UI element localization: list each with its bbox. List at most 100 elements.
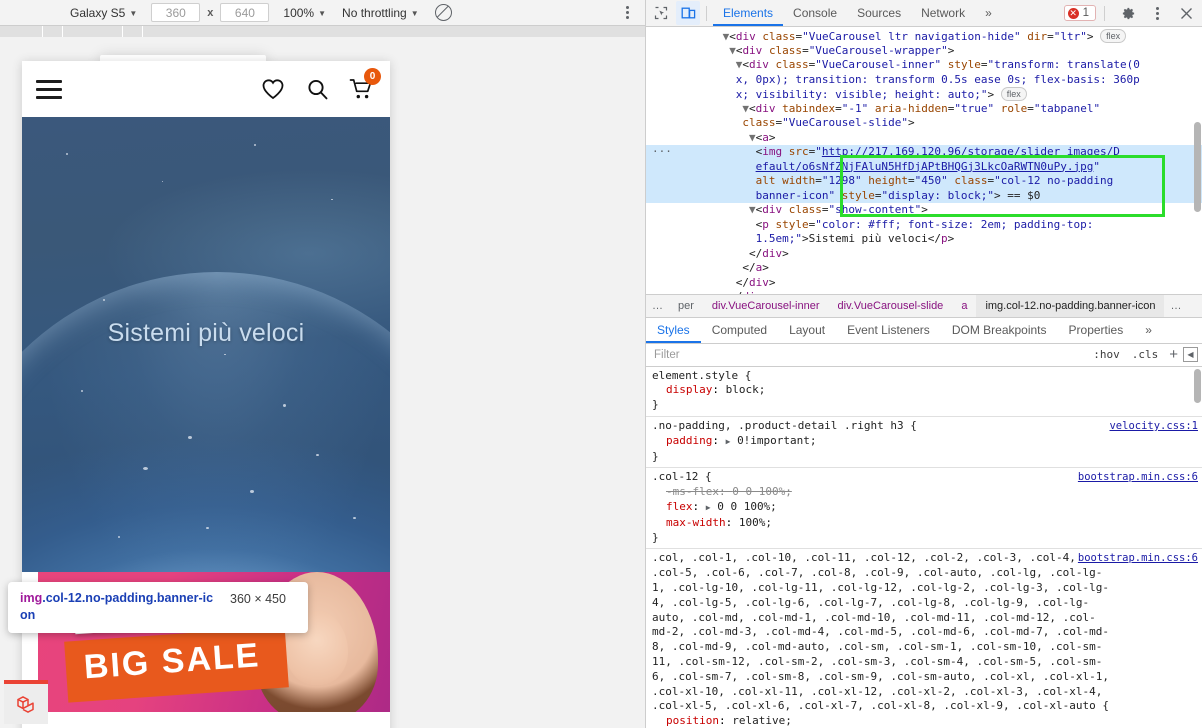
dom-node-line[interactable]: 1.5em;">Sistemi più veloci</p> xyxy=(646,232,1202,247)
declaration-property[interactable]: -ms-flex xyxy=(652,485,719,500)
viewport-height-input[interactable]: 640 xyxy=(220,3,270,22)
dom-node-line[interactable]: banner-icon" style="display: block;"> ==… xyxy=(646,188,1202,203)
dom-node-line[interactable]: ▼<div class="show-content"> xyxy=(646,203,1202,218)
declaration-value[interactable]: 0!important; xyxy=(737,434,816,447)
declaration-property[interactable]: padding xyxy=(652,434,712,449)
style-declaration[interactable]: display: block; xyxy=(652,383,1202,398)
declaration-property[interactable]: display xyxy=(652,383,712,398)
dom-node-line[interactable]: ··· <img src="http://217.169.120.96/stora… xyxy=(646,145,1202,160)
tab-dom-breakpoints[interactable]: DOM Breakpoints xyxy=(941,318,1058,343)
expand-arrow-icon[interactable]: ▶ xyxy=(726,437,731,446)
inspect-element-icon[interactable] xyxy=(649,1,673,25)
dom-node-line[interactable]: </div> xyxy=(646,276,1202,291)
device-selector[interactable]: Galaxy S5 ▼ xyxy=(62,0,145,25)
dom-node-line[interactable]: ▼<div class="VueCarousel ltr navigation-… xyxy=(646,29,1202,44)
hero-banner-image[interactable]: Sistemi più veloci xyxy=(22,117,390,572)
heart-icon[interactable] xyxy=(260,76,286,102)
style-rule-source[interactable]: bootstrap.min.css:6 xyxy=(1078,551,1198,566)
tabs-overflow-button[interactable]: » xyxy=(975,0,1002,26)
styles-pane-scrollbar[interactable] xyxy=(1194,368,1201,403)
declaration-property[interactable]: max-width xyxy=(652,516,726,531)
declaration-value[interactable]: 0 0 100%; xyxy=(717,500,777,513)
error-count: 1 xyxy=(1082,7,1089,19)
tab-styles[interactable]: Styles xyxy=(646,318,701,343)
hamburger-menu-icon[interactable] xyxy=(36,79,62,99)
dom-tree-scrollbar[interactable] xyxy=(1194,122,1201,212)
tab-properties[interactable]: Properties xyxy=(1058,318,1135,343)
zoom-selector[interactable]: 100% ▼ xyxy=(275,0,334,25)
tab-console[interactable]: Console xyxy=(783,0,847,26)
media-query-toggle[interactable] xyxy=(427,0,460,25)
declaration-value[interactable]: 100%; xyxy=(739,516,772,529)
declaration-property[interactable]: position xyxy=(652,714,719,728)
tab-elements[interactable]: Elements xyxy=(713,0,783,26)
dom-node-line[interactable]: alt width="1298" height="450" class="col… xyxy=(646,174,1202,189)
dom-node-line[interactable]: ▼<div class="VueCarousel-inner" style="t… xyxy=(646,58,1202,73)
more-options-icon[interactable] xyxy=(1145,1,1169,25)
style-rule-source[interactable]: bootstrap.min.css:6 xyxy=(1078,470,1198,485)
more-options-icon xyxy=(625,6,629,9)
filter-input[interactable]: Filter xyxy=(646,349,1087,361)
breadcrumb-item-3[interactable]: a xyxy=(952,295,976,317)
style-rule[interactable]: velocity.css:1 .no-padding, .product-deta… xyxy=(646,417,1202,469)
tab-computed[interactable]: Computed xyxy=(701,318,778,343)
class-editor-button[interactable]: .cls xyxy=(1126,348,1165,361)
styles-rules-pane[interactable]: element.style {display: block;} velocity.… xyxy=(646,366,1202,728)
tab-sources[interactable]: Sources xyxy=(847,0,911,26)
dom-node-line[interactable]: x; visibility: visible; height: auto;"> … xyxy=(646,87,1202,102)
expand-arrow-icon[interactable]: ▶ xyxy=(706,503,711,512)
style-declaration[interactable]: flex: ▶ 0 0 100%; xyxy=(652,500,1202,516)
device-toolbar-icon[interactable] xyxy=(676,1,700,25)
style-rule-selector[interactable]: .col, .col-1, .col-10, .col-11, .col-12,… xyxy=(652,551,1202,714)
shopping-cart-icon[interactable]: 0 xyxy=(348,68,381,102)
tab-layout[interactable]: Layout xyxy=(778,318,836,343)
dom-node-line[interactable]: ▼<a> xyxy=(646,131,1202,146)
close-icon[interactable] xyxy=(1174,1,1198,25)
dom-node-line[interactable]: </a> xyxy=(646,261,1202,276)
dom-node-line[interactable]: ▼<div tabindex="-1" aria-hidden="true" r… xyxy=(646,102,1202,117)
style-declaration[interactable]: position: relative; xyxy=(652,714,1202,728)
breadcrumb-item-4[interactable]: img.col-12.no-padding.banner-icon xyxy=(976,294,1165,317)
new-style-rule-button[interactable]: + xyxy=(1164,346,1183,363)
declaration-property[interactable]: flex xyxy=(652,500,693,515)
hover-state-button[interactable]: :hov xyxy=(1087,348,1126,361)
throttling-selector[interactable]: No throttling ▼ xyxy=(334,0,427,25)
breadcrumb-overflow-left[interactable]: … xyxy=(646,295,669,317)
breadcrumb-overflow-right[interactable]: … xyxy=(1164,295,1187,317)
style-declaration[interactable]: -ms-flex: 0 0 100%; xyxy=(652,485,1202,500)
tab-network[interactable]: Network xyxy=(911,0,975,26)
panel-toggle-icon[interactable]: ◀ xyxy=(1183,347,1198,363)
dom-tree[interactable]: ▼<div class="VueCarousel ltr navigation-… xyxy=(646,27,1202,294)
style-rule[interactable]: bootstrap.min.css:6 .col-12 {-ms-flex: 0 … xyxy=(646,468,1202,550)
laravel-debugbar-icon[interactable] xyxy=(4,680,48,724)
style-rule-source[interactable]: velocity.css:1 xyxy=(1109,419,1198,434)
viewport-width-input[interactable]: 360 xyxy=(151,3,201,22)
dimension-separator: x xyxy=(207,6,214,19)
styles-tabs-overflow[interactable]: » xyxy=(1134,318,1163,343)
dom-node-line[interactable]: ▼<div class="VueCarousel-wrapper"> xyxy=(646,44,1202,59)
style-declaration[interactable]: padding: ▶ 0!important; xyxy=(652,434,1202,450)
style-rule[interactable]: element.style {display: block;} xyxy=(646,367,1202,418)
breadcrumb-item-0[interactable]: per xyxy=(669,295,703,317)
declaration-value[interactable]: 0 0 100%; xyxy=(732,485,792,498)
dom-node-line[interactable]: <p style="color: #fff; font-size: 2em; p… xyxy=(646,218,1202,233)
cart-count-badge: 0 xyxy=(364,68,381,85)
gear-icon[interactable] xyxy=(1116,1,1140,25)
style-rule-selector[interactable]: element.style { xyxy=(652,369,1202,384)
search-icon[interactable] xyxy=(304,76,330,102)
tab-event-listeners[interactable]: Event Listeners xyxy=(836,318,941,343)
style-rule[interactable]: bootstrap.min.css:6 .col, .col-1, .col-10… xyxy=(646,549,1202,728)
style-declaration[interactable]: max-width: 100%; xyxy=(652,516,1202,531)
dom-node-line[interactable]: </div> xyxy=(646,247,1202,262)
error-count-badge[interactable]: ✕ 1 xyxy=(1063,5,1096,21)
breadcrumb: … per div.VueCarousel-inner div.VueCarou… xyxy=(646,293,1202,318)
dom-node-line[interactable]: class="VueCarousel-slide"> xyxy=(646,116,1202,131)
declaration-value[interactable]: relative; xyxy=(732,714,792,727)
breadcrumb-item-1[interactable]: div.VueCarousel-inner xyxy=(703,295,829,317)
declaration-value[interactable]: block; xyxy=(726,383,766,396)
dom-node-line[interactable]: </div> xyxy=(646,290,1202,294)
dom-node-line[interactable]: x, 0px); transition: transform 0.5s ease… xyxy=(646,73,1202,88)
dom-node-line[interactable]: efault/o6sNfZNjFAluN5HfDjAPtBHQGj3LkcOaR… xyxy=(646,159,1202,174)
breadcrumb-item-2[interactable]: div.VueCarousel-slide xyxy=(829,295,953,317)
device-toolbar-more-button[interactable] xyxy=(619,0,635,25)
